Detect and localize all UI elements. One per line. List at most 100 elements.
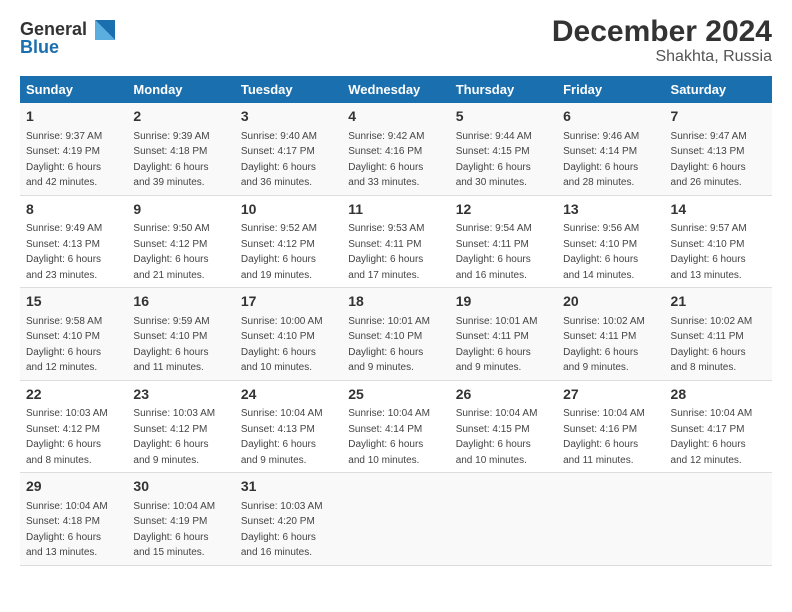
- calendar-cell: 3 Sunrise: 9:40 AM Sunset: 4:17 PM Daylig…: [235, 103, 342, 195]
- calendar-cell: 22 Sunrise: 10:03 AM Sunset: 4:12 PM Dayl…: [20, 380, 127, 473]
- weekday-header-friday: Friday: [557, 76, 664, 103]
- day-number: 22: [26, 385, 121, 405]
- calendar-cell: 13Sunrise: 9:56 AM Sunset: 4:10 PM Dayli…: [557, 195, 664, 288]
- calendar-cell: 5 Sunrise: 9:44 AM Sunset: 4:15 PM Daylig…: [450, 103, 557, 195]
- weekday-header-monday: Monday: [127, 76, 234, 103]
- day-number: 5: [456, 107, 551, 127]
- day-number: 6: [563, 107, 658, 127]
- calendar-header: General Blue December 2024 Shakhta, Russ…: [20, 15, 772, 66]
- day-number: 18: [348, 292, 443, 312]
- calendar-cell: 8 Sunrise: 9:49 AM Sunset: 4:13 PM Daylig…: [20, 195, 127, 288]
- calendar-week-row: 29 Sunrise: 10:04 AM Sunset: 4:18 PM Dayl…: [20, 473, 772, 566]
- logo: General Blue: [20, 15, 130, 65]
- calendar-cell: 27 Sunrise: 10:04 AM Sunset: 4:16 PM Dayl…: [557, 380, 664, 473]
- calendar-title: December 2024: [552, 15, 772, 48]
- day-info: Sunrise: 9:52 AM Sunset: 4:12 PM Dayligh…: [241, 223, 317, 281]
- day-number: 26: [456, 385, 551, 405]
- calendar-week-row: 22 Sunrise: 10:03 AM Sunset: 4:12 PM Dayl…: [20, 380, 772, 473]
- day-number: 15: [26, 292, 121, 312]
- day-info: Sunrise: 9:50 AM Sunset: 4:12 PM Dayligh…: [133, 223, 209, 281]
- day-info: Sunrise: 9:46 AM Sunset: 4:14 PM Dayligh…: [563, 131, 639, 189]
- weekday-header-sunday: Sunday: [20, 76, 127, 103]
- calendar-cell: 24Sunrise: 10:04 AM Sunset: 4:13 PM Dayl…: [235, 380, 342, 473]
- day-number: 13: [563, 200, 658, 220]
- calendar-cell: [557, 473, 664, 566]
- day-number: 30: [133, 477, 228, 497]
- calendar-cell: 12 Sunrise: 9:54 AM Sunset: 4:11 PM Dayli…: [450, 195, 557, 288]
- calendar-cell: 18 Sunrise: 10:01 AM Sunset: 4:10 PM Dayl…: [342, 288, 449, 381]
- day-info: Sunrise: 9:59 AM Sunset: 4:10 PM Dayligh…: [133, 316, 209, 374]
- day-number: 25: [348, 385, 443, 405]
- calendar-cell: 25 Sunrise: 10:04 AM Sunset: 4:14 PM Dayl…: [342, 380, 449, 473]
- calendar-cell: 28Sunrise: 10:04 AM Sunset: 4:17 PM Dayl…: [665, 380, 772, 473]
- svg-text:Blue: Blue: [20, 37, 59, 57]
- day-info: Sunrise: 9:58 AM Sunset: 4:10 PM Dayligh…: [26, 316, 102, 374]
- day-number: 16: [133, 292, 228, 312]
- calendar-cell: 26 Sunrise: 10:04 AM Sunset: 4:15 PM Dayl…: [450, 380, 557, 473]
- day-number: 14: [671, 200, 766, 220]
- logo-text: General Blue: [20, 15, 130, 65]
- day-number: 27: [563, 385, 658, 405]
- weekday-header-tuesday: Tuesday: [235, 76, 342, 103]
- day-info: Sunrise: 9:47 AM Sunset: 4:13 PM Dayligh…: [671, 131, 747, 189]
- calendar-subtitle: Shakhta, Russia: [552, 48, 772, 66]
- day-info: Sunrise: 10:04 AM Sunset: 4:15 PM Daylig…: [456, 408, 538, 466]
- day-info: Sunrise: 9:40 AM Sunset: 4:17 PM Dayligh…: [241, 131, 317, 189]
- calendar-cell: 20Sunrise: 10:02 AM Sunset: 4:11 PM Dayl…: [557, 288, 664, 381]
- day-info: Sunrise: 9:49 AM Sunset: 4:13 PM Dayligh…: [26, 223, 102, 281]
- day-number: 21: [671, 292, 766, 312]
- day-number: 1: [26, 107, 121, 127]
- day-number: 17: [241, 292, 336, 312]
- day-info: Sunrise: 10:04 AM Sunset: 4:14 PM Daylig…: [348, 408, 430, 466]
- day-number: 2: [133, 107, 228, 127]
- day-info: Sunrise: 10:03 AM Sunset: 4:12 PM Daylig…: [26, 408, 108, 466]
- calendar-cell: 14Sunrise: 9:57 AM Sunset: 4:10 PM Dayli…: [665, 195, 772, 288]
- day-info: Sunrise: 9:53 AM Sunset: 4:11 PM Dayligh…: [348, 223, 424, 281]
- day-info: Sunrise: 10:04 AM Sunset: 4:18 PM Daylig…: [26, 501, 108, 559]
- calendar-cell: 9 Sunrise: 9:50 AM Sunset: 4:12 PM Daylig…: [127, 195, 234, 288]
- day-number: 24: [241, 385, 336, 405]
- day-info: Sunrise: 9:37 AM Sunset: 4:19 PM Dayligh…: [26, 131, 102, 189]
- day-info: Sunrise: 9:54 AM Sunset: 4:11 PM Dayligh…: [456, 223, 532, 281]
- calendar-cell: 17 Sunrise: 10:00 AM Sunset: 4:10 PM Dayl…: [235, 288, 342, 381]
- calendar-container: General Blue December 2024 Shakhta, Russ…: [0, 0, 792, 576]
- day-number: 31: [241, 477, 336, 497]
- day-info: Sunrise: 10:04 AM Sunset: 4:19 PM Daylig…: [133, 501, 215, 559]
- calendar-cell: 11 Sunrise: 9:53 AM Sunset: 4:11 PM Dayli…: [342, 195, 449, 288]
- day-info: Sunrise: 10:02 AM Sunset: 4:11 PM Daylig…: [671, 316, 753, 374]
- calendar-cell: 6 Sunrise: 9:46 AM Sunset: 4:14 PM Daylig…: [557, 103, 664, 195]
- calendar-cell: 4Sunrise: 9:42 AM Sunset: 4:16 PM Daylig…: [342, 103, 449, 195]
- calendar-cell: 29 Sunrise: 10:04 AM Sunset: 4:18 PM Dayl…: [20, 473, 127, 566]
- day-number: 29: [26, 477, 121, 497]
- calendar-cell: 16 Sunrise: 9:59 AM Sunset: 4:10 PM Dayli…: [127, 288, 234, 381]
- weekday-header-saturday: Saturday: [665, 76, 772, 103]
- calendar-cell: 23Sunrise: 10:03 AM Sunset: 4:12 PM Dayl…: [127, 380, 234, 473]
- day-number: 3: [241, 107, 336, 127]
- day-info: Sunrise: 9:44 AM Sunset: 4:15 PM Dayligh…: [456, 131, 532, 189]
- calendar-cell: 21 Sunrise: 10:02 AM Sunset: 4:11 PM Dayl…: [665, 288, 772, 381]
- day-number: 19: [456, 292, 551, 312]
- calendar-cell: 19Sunrise: 10:01 AM Sunset: 4:11 PM Dayl…: [450, 288, 557, 381]
- weekday-header-row: SundayMondayTuesdayWednesdayThursdayFrid…: [20, 76, 772, 103]
- day-number: 9: [133, 200, 228, 220]
- calendar-week-row: 15 Sunrise: 9:58 AM Sunset: 4:10 PM Dayli…: [20, 288, 772, 381]
- svg-text:General: General: [20, 19, 87, 39]
- day-number: 7: [671, 107, 766, 127]
- day-info: Sunrise: 9:42 AM Sunset: 4:16 PM Dayligh…: [348, 131, 424, 189]
- calendar-cell: [450, 473, 557, 566]
- day-number: 11: [348, 200, 443, 220]
- calendar-cell: [342, 473, 449, 566]
- day-info: Sunrise: 10:04 AM Sunset: 4:17 PM Daylig…: [671, 408, 753, 466]
- day-info: Sunrise: 9:39 AM Sunset: 4:18 PM Dayligh…: [133, 131, 209, 189]
- day-info: Sunrise: 10:00 AM Sunset: 4:10 PM Daylig…: [241, 316, 323, 374]
- day-number: 8: [26, 200, 121, 220]
- calendar-cell: 2 Sunrise: 9:39 AM Sunset: 4:18 PM Daylig…: [127, 103, 234, 195]
- day-number: 12: [456, 200, 551, 220]
- calendar-cell: 15 Sunrise: 9:58 AM Sunset: 4:10 PM Dayli…: [20, 288, 127, 381]
- day-info: Sunrise: 10:03 AM Sunset: 4:20 PM Daylig…: [241, 501, 323, 559]
- calendar-cell: 10Sunrise: 9:52 AM Sunset: 4:12 PM Dayli…: [235, 195, 342, 288]
- day-info: Sunrise: 10:01 AM Sunset: 4:10 PM Daylig…: [348, 316, 430, 374]
- calendar-cell: 1 Sunrise: 9:37 AM Sunset: 4:19 PM Daylig…: [20, 103, 127, 195]
- day-info: Sunrise: 10:04 AM Sunset: 4:16 PM Daylig…: [563, 408, 645, 466]
- weekday-header-wednesday: Wednesday: [342, 76, 449, 103]
